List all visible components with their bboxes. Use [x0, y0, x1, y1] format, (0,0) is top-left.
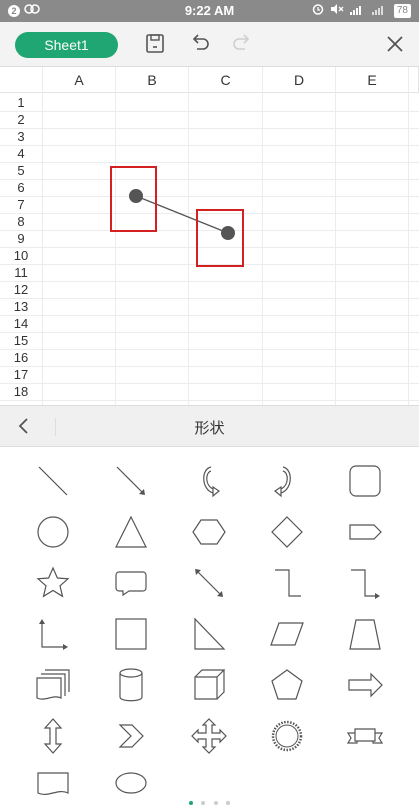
- page-indicator: [0, 792, 419, 810]
- seal-icon[interactable]: [267, 716, 307, 756]
- alarm-icon: [312, 3, 324, 18]
- parallelogram-icon[interactable]: [267, 614, 307, 654]
- arrow-line-icon[interactable]: [111, 461, 151, 501]
- page-dot: [201, 801, 206, 805]
- ribbon-icon[interactable]: [345, 716, 385, 756]
- page-dot: [213, 801, 218, 805]
- page-dot: [226, 801, 231, 805]
- curved-arrow-left-icon[interactable]: [189, 461, 229, 501]
- trapezoid-icon[interactable]: [345, 614, 385, 654]
- battery-icon: 78: [393, 3, 411, 18]
- chevron-icon[interactable]: [111, 716, 151, 756]
- hexagon-icon[interactable]: [189, 512, 229, 552]
- elbow-arrow-connector-icon[interactable]: [345, 563, 385, 603]
- line-start-handle[interactable]: [129, 189, 143, 203]
- star-icon[interactable]: [33, 563, 73, 603]
- pentagon-icon[interactable]: [267, 665, 307, 705]
- page-dot-active: [188, 801, 193, 805]
- curved-arrow-right-icon[interactable]: [267, 461, 307, 501]
- line-icon[interactable]: [33, 461, 73, 501]
- pentagon-arrow-icon[interactable]: [345, 512, 385, 552]
- triangle-icon[interactable]: [111, 512, 151, 552]
- editor-toolbar: Sheet1: [0, 22, 419, 67]
- double-arrow-line-icon[interactable]: [189, 563, 229, 603]
- elbow-connector-icon[interactable]: [267, 563, 307, 603]
- selection-box-end[interactable]: [196, 209, 244, 267]
- rounded-rectangle-icon[interactable]: [345, 461, 385, 501]
- right-arrow-icon[interactable]: [345, 665, 385, 705]
- diamond-icon[interactable]: [267, 512, 307, 552]
- panel-title: 形状: [194, 420, 225, 437]
- status-bar: 2 9:22 AM 78: [0, 0, 419, 22]
- mute-icon: [330, 3, 344, 18]
- multi-document-icon[interactable]: [33, 665, 73, 705]
- cube-icon[interactable]: [189, 665, 229, 705]
- cylinder-icon[interactable]: [111, 665, 151, 705]
- signal-icon-2: [371, 3, 388, 18]
- close-icon[interactable]: [381, 30, 411, 58]
- save-icon[interactable]: [140, 30, 170, 58]
- shapes-panel-header: 形状: [0, 405, 419, 447]
- circle-icon[interactable]: [33, 512, 73, 552]
- redo-icon[interactable]: [227, 30, 257, 58]
- undo-icon[interactable]: [185, 30, 215, 58]
- square-icon[interactable]: [111, 614, 151, 654]
- status-right: 78: [312, 3, 411, 18]
- four-way-arrow-icon[interactable]: [189, 716, 229, 756]
- speech-bubble-icon[interactable]: [111, 563, 151, 603]
- right-triangle-icon[interactable]: [189, 614, 229, 654]
- line-end-handle[interactable]: [221, 226, 235, 240]
- up-down-arrow-icon[interactable]: [33, 716, 73, 756]
- spreadsheet-grid[interactable]: A B C D E 1 2 3 4 5 6 7 8 9 10 11 12 13 …: [0, 67, 419, 405]
- signal-icon: [349, 3, 366, 18]
- shapes-grid: [0, 447, 419, 800]
- sheet-tab-button[interactable]: Sheet1: [15, 32, 118, 58]
- elbow-double-arrow-icon[interactable]: [33, 614, 73, 654]
